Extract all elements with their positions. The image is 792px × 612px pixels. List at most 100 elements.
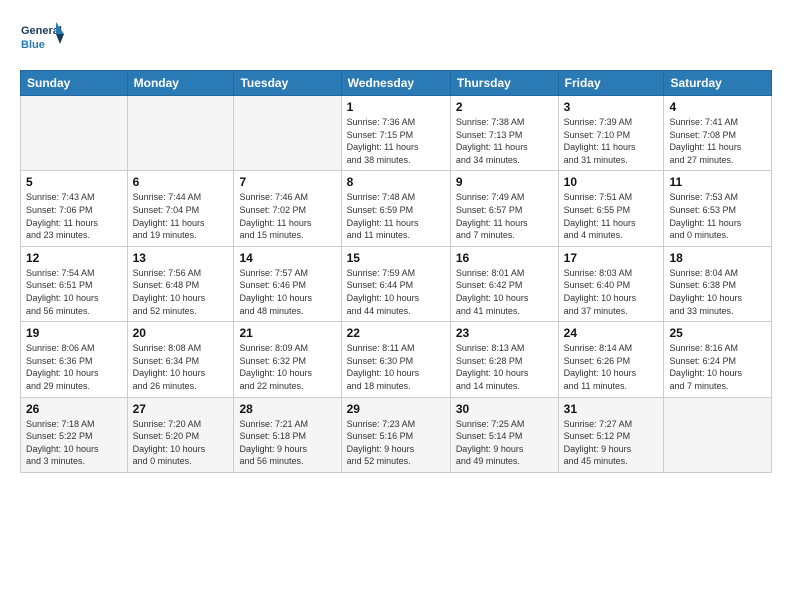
day-info: Sunrise: 8:04 AM Sunset: 6:38 PM Dayligh… xyxy=(669,267,766,317)
day-number: 2 xyxy=(456,100,553,114)
day-info: Sunrise: 7:54 AM Sunset: 6:51 PM Dayligh… xyxy=(26,267,122,317)
day-info: Sunrise: 7:21 AM Sunset: 5:18 PM Dayligh… xyxy=(239,418,335,468)
day-info: Sunrise: 8:14 AM Sunset: 6:26 PM Dayligh… xyxy=(564,342,659,392)
day-cell: 7Sunrise: 7:46 AM Sunset: 7:02 PM Daylig… xyxy=(234,171,341,246)
day-info: Sunrise: 7:39 AM Sunset: 7:10 PM Dayligh… xyxy=(564,116,659,166)
day-number: 6 xyxy=(133,175,229,189)
day-cell: 26Sunrise: 7:18 AM Sunset: 5:22 PM Dayli… xyxy=(21,397,128,472)
day-cell: 20 Sunrise: 8:08 AM Sunset: 6:34 PM Dayli… xyxy=(127,322,234,397)
day-info: Sunrise: 7:59 AM Sunset: 6:44 PM Dayligh… xyxy=(347,267,445,317)
day-cell: 1 Sunrise: 7:36 AM Sunset: 7:15 PM Daylig… xyxy=(341,96,450,171)
day-info: Sunrise: 7:43 AM Sunset: 7:06 PM Dayligh… xyxy=(26,191,122,241)
day-number: 11 xyxy=(669,175,766,189)
day-number: 20 xyxy=(133,326,229,340)
day-cell: 29Sunrise: 7:23 AM Sunset: 5:16 PM Dayli… xyxy=(341,397,450,472)
day-number: 23 xyxy=(456,326,553,340)
day-info: Sunrise: 7:57 AM Sunset: 6:46 PM Dayligh… xyxy=(239,267,335,317)
weekday-friday: Friday xyxy=(558,71,664,96)
day-info: Sunrise: 7:56 AM Sunset: 6:48 PM Dayligh… xyxy=(133,267,229,317)
day-info: Sunrise: 7:27 AM Sunset: 5:12 PM Dayligh… xyxy=(564,418,659,468)
svg-text:General: General xyxy=(21,25,62,37)
day-cell: 28 Sunrise: 7:21 AM Sunset: 5:18 PM Dayli… xyxy=(234,397,341,472)
day-number: 30 xyxy=(456,402,553,416)
week-row-3: 12 Sunrise: 7:54 AM Sunset: 6:51 PM Dayli… xyxy=(21,246,772,321)
day-number: 17 xyxy=(564,251,659,265)
day-number: 27 xyxy=(133,402,229,416)
day-info: Sunrise: 7:41 AM Sunset: 7:08 PM Dayligh… xyxy=(669,116,766,166)
day-cell: 5 Sunrise: 7:43 AM Sunset: 7:06 PM Daylig… xyxy=(21,171,128,246)
day-number: 13 xyxy=(133,251,229,265)
day-cell: 18 Sunrise: 8:04 AM Sunset: 6:38 PM Dayli… xyxy=(664,246,772,321)
day-info: Sunrise: 8:01 AM Sunset: 6:42 PM Dayligh… xyxy=(456,267,553,317)
day-number: 3 xyxy=(564,100,659,114)
week-row-1: 1 Sunrise: 7:36 AM Sunset: 7:15 PM Daylig… xyxy=(21,96,772,171)
day-number: 16 xyxy=(456,251,553,265)
day-cell: 19 Sunrise: 8:06 AM Sunset: 6:36 PM Dayli… xyxy=(21,322,128,397)
day-number: 10 xyxy=(564,175,659,189)
day-info: Sunrise: 7:48 AM Sunset: 6:59 PM Dayligh… xyxy=(347,191,445,241)
day-number: 26 xyxy=(26,402,122,416)
weekday-sunday: Sunday xyxy=(21,71,128,96)
day-number: 24 xyxy=(564,326,659,340)
day-cell: 3 Sunrise: 7:39 AM Sunset: 7:10 PM Daylig… xyxy=(558,96,664,171)
day-info: Sunrise: 8:16 AM Sunset: 6:24 PM Dayligh… xyxy=(669,342,766,392)
day-info: Sunrise: 7:44 AM Sunset: 7:04 PM Dayligh… xyxy=(133,191,229,241)
day-info: Sunrise: 8:08 AM Sunset: 6:34 PM Dayligh… xyxy=(133,342,229,392)
day-number: 1 xyxy=(347,100,445,114)
week-row-2: 5 Sunrise: 7:43 AM Sunset: 7:06 PM Daylig… xyxy=(21,171,772,246)
page: General Blue SundayMondayTuesdayWednesda… xyxy=(0,0,792,483)
day-info: Sunrise: 7:23 AM Sunset: 5:16 PM Dayligh… xyxy=(347,418,445,468)
day-cell: 12 Sunrise: 7:54 AM Sunset: 6:51 PM Dayli… xyxy=(21,246,128,321)
day-number: 25 xyxy=(669,326,766,340)
day-number: 18 xyxy=(669,251,766,265)
day-info: Sunrise: 7:53 AM Sunset: 6:53 PM Dayligh… xyxy=(669,191,766,241)
day-cell: 6 Sunrise: 7:44 AM Sunset: 7:04 PM Daylig… xyxy=(127,171,234,246)
day-number: 22 xyxy=(347,326,445,340)
day-info: Sunrise: 7:38 AM Sunset: 7:13 PM Dayligh… xyxy=(456,116,553,166)
day-info: Sunrise: 8:13 AM Sunset: 6:28 PM Dayligh… xyxy=(456,342,553,392)
day-info: Sunrise: 7:25 AM Sunset: 5:14 PM Dayligh… xyxy=(456,418,553,468)
day-cell xyxy=(21,96,128,171)
day-cell: 16 Sunrise: 8:01 AM Sunset: 6:42 PM Dayli… xyxy=(450,246,558,321)
day-cell: 11 Sunrise: 7:53 AM Sunset: 6:53 PM Dayli… xyxy=(664,171,772,246)
day-cell: 8Sunrise: 7:48 AM Sunset: 6:59 PM Daylig… xyxy=(341,171,450,246)
day-info: Sunrise: 7:36 AM Sunset: 7:15 PM Dayligh… xyxy=(347,116,445,166)
svg-text:Blue: Blue xyxy=(21,39,45,51)
day-number: 9 xyxy=(456,175,553,189)
day-cell: 24 Sunrise: 8:14 AM Sunset: 6:26 PM Dayli… xyxy=(558,322,664,397)
day-number: 15 xyxy=(347,251,445,265)
day-number: 5 xyxy=(26,175,122,189)
day-cell: 23 Sunrise: 8:13 AM Sunset: 6:28 PM Dayli… xyxy=(450,322,558,397)
weekday-saturday: Saturday xyxy=(664,71,772,96)
logo-svg: General Blue xyxy=(20,18,64,62)
weekday-tuesday: Tuesday xyxy=(234,71,341,96)
weekday-thursday: Thursday xyxy=(450,71,558,96)
day-cell xyxy=(127,96,234,171)
day-info: Sunrise: 8:09 AM Sunset: 6:32 PM Dayligh… xyxy=(239,342,335,392)
day-cell: 9Sunrise: 7:49 AM Sunset: 6:57 PM Daylig… xyxy=(450,171,558,246)
week-row-5: 26Sunrise: 7:18 AM Sunset: 5:22 PM Dayli… xyxy=(21,397,772,472)
day-cell: 14 Sunrise: 7:57 AM Sunset: 6:46 PM Dayli… xyxy=(234,246,341,321)
day-info: Sunrise: 7:46 AM Sunset: 7:02 PM Dayligh… xyxy=(239,191,335,241)
day-info: Sunrise: 7:51 AM Sunset: 6:55 PM Dayligh… xyxy=(564,191,659,241)
day-number: 19 xyxy=(26,326,122,340)
day-cell: 31 Sunrise: 7:27 AM Sunset: 5:12 PM Dayli… xyxy=(558,397,664,472)
day-number: 4 xyxy=(669,100,766,114)
calendar: SundayMondayTuesdayWednesdayThursdayFrid… xyxy=(20,70,772,473)
day-number: 28 xyxy=(239,402,335,416)
day-cell xyxy=(664,397,772,472)
day-cell: 25 Sunrise: 8:16 AM Sunset: 6:24 PM Dayli… xyxy=(664,322,772,397)
day-info: Sunrise: 7:20 AM Sunset: 5:20 PM Dayligh… xyxy=(133,418,229,468)
day-number: 31 xyxy=(564,402,659,416)
day-number: 14 xyxy=(239,251,335,265)
day-cell xyxy=(234,96,341,171)
day-info: Sunrise: 8:06 AM Sunset: 6:36 PM Dayligh… xyxy=(26,342,122,392)
day-cell: 13 Sunrise: 7:56 AM Sunset: 6:48 PM Dayli… xyxy=(127,246,234,321)
day-cell: 21 Sunrise: 8:09 AM Sunset: 6:32 PM Dayli… xyxy=(234,322,341,397)
day-cell: 27 Sunrise: 7:20 AM Sunset: 5:20 PM Dayli… xyxy=(127,397,234,472)
day-info: Sunrise: 8:03 AM Sunset: 6:40 PM Dayligh… xyxy=(564,267,659,317)
day-number: 12 xyxy=(26,251,122,265)
day-number: 21 xyxy=(239,326,335,340)
logo: General Blue xyxy=(20,18,64,62)
weekday-monday: Monday xyxy=(127,71,234,96)
